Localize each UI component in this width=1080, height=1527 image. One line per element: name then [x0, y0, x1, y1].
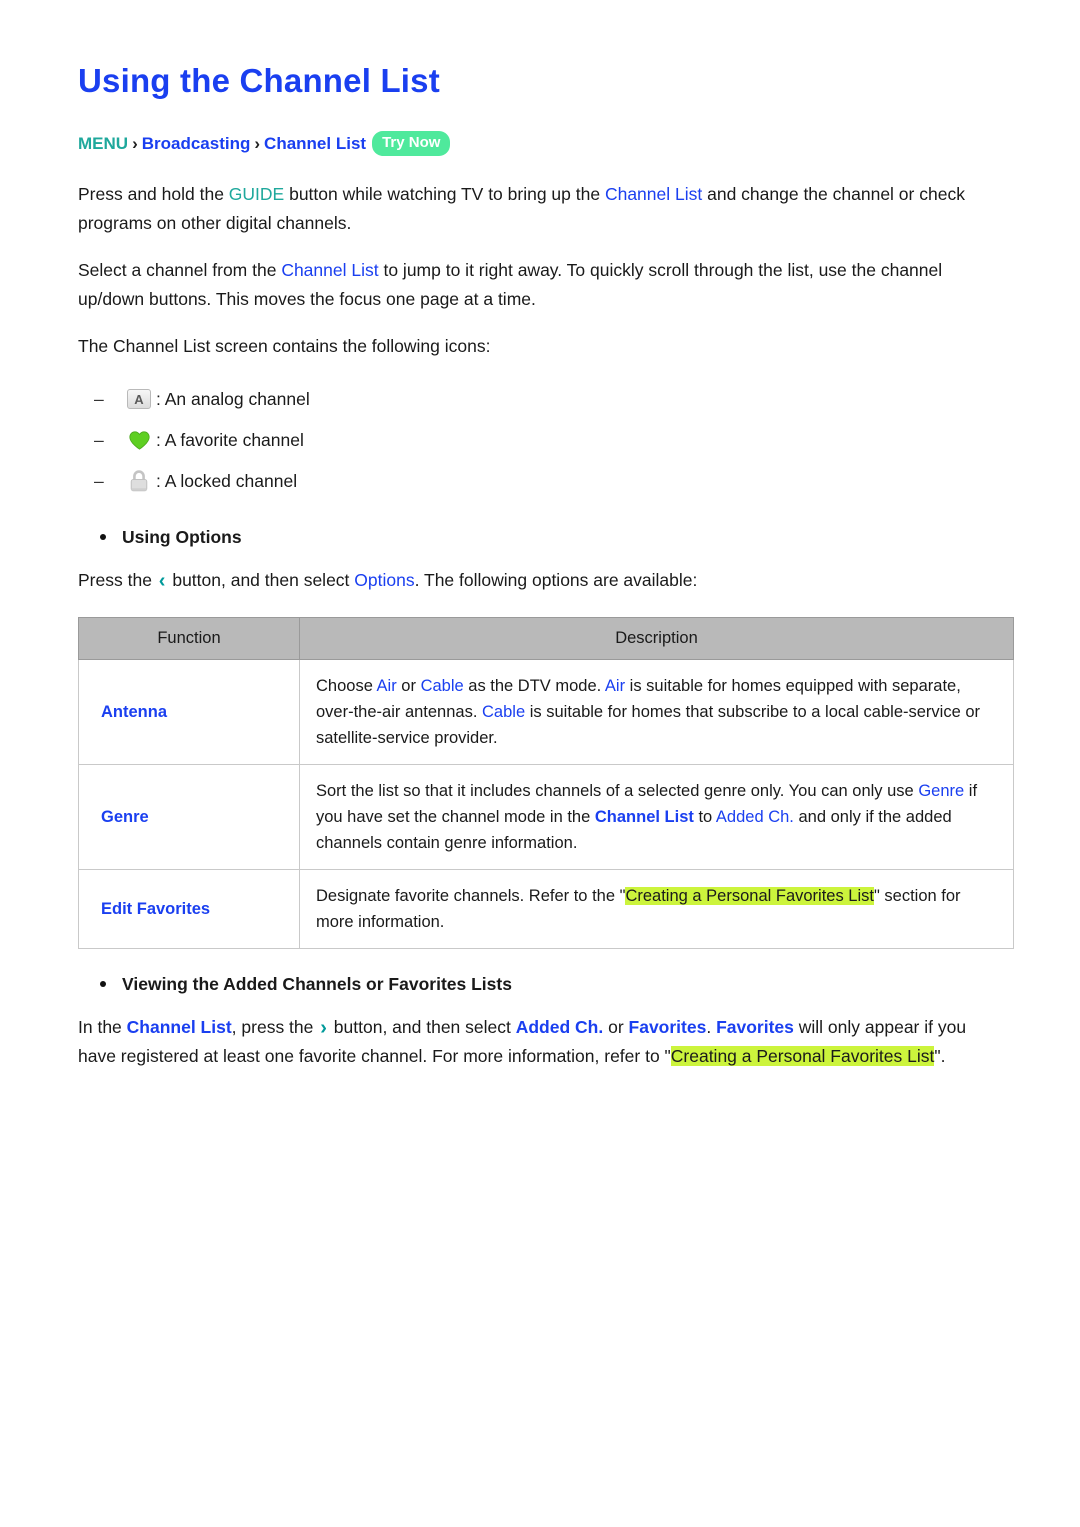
- keyword-air-2: Air: [604, 676, 626, 695]
- paragraph-options-intro: Press the ‹ button, and then select Opti…: [78, 566, 1008, 595]
- keyword-added-ch-2: Added Ch.: [515, 1016, 604, 1037]
- ant-t3: as the DTV mode.: [463, 676, 605, 695]
- page-title: Using the Channel List: [78, 62, 440, 99]
- list-item-analog-channel: – A : An analog channel: [94, 379, 1008, 420]
- legend-label-analog: : An analog channel: [156, 388, 310, 409]
- highlight-creating-favorites-list-1: Creating a Personal Favorites List: [625, 886, 874, 905]
- breadcrumb: MENU › Broadcasting › Channel List Try Now: [78, 130, 1008, 158]
- breadcrumb-item-broadcasting[interactable]: Broadcasting: [142, 134, 251, 153]
- table-header-row: Function Description: [78, 616, 1014, 660]
- keyword-favorites-1: Favorites: [628, 1016, 707, 1037]
- table-row: Edit Favorites Designate favorite channe…: [78, 868, 1014, 949]
- column-header-description: Description: [299, 616, 1014, 660]
- breadcrumb-menu[interactable]: MENU: [78, 134, 128, 153]
- list-item-locked-channel: – : A locked channel: [94, 461, 1008, 502]
- table-row: Genre Sort the list so that it includes …: [78, 763, 1014, 870]
- p1-text-b: button while watching TV to bring up the: [284, 183, 605, 204]
- keyword-cable-2: Cable: [482, 702, 526, 721]
- opt-text-a: Press the: [78, 569, 157, 590]
- breadcrumb-separator-1: ›: [132, 133, 138, 153]
- list-item-favorite-channel: – : A favorite channel: [94, 420, 1008, 461]
- document-page: Using the Channel List MENU › Broadcasting…: [0, 0, 1080, 1527]
- ef-t1: Designate favorite channels. Refer to th…: [316, 886, 626, 905]
- gen-t3: to: [693, 807, 716, 826]
- vl-text-g: ".: [934, 1045, 946, 1066]
- p2-text-a: Select a channel from the: [78, 259, 282, 280]
- keyword-cable-1: Cable: [420, 676, 464, 695]
- keyword-added-ch-1: Added Ch.: [715, 807, 794, 826]
- ant-t1: Choose: [316, 676, 377, 695]
- options-table: Function Description Antenna Choose Air …: [78, 616, 1014, 949]
- vl-text-d: or: [603, 1016, 629, 1037]
- table-row: Antenna Choose Air or Cable as the DTV m…: [78, 658, 1014, 765]
- try-now-badge[interactable]: Try Now: [372, 130, 451, 156]
- opt-text-b: button, and then select: [167, 569, 355, 590]
- locked-padlock-icon: [126, 468, 152, 494]
- section-heading-viewing-lists: Viewing the Added Channels or Favorites …: [96, 971, 1008, 997]
- keyword-options: Options: [354, 569, 415, 590]
- vl-text-e: .: [706, 1016, 717, 1037]
- table-cell-function-antenna: Antenna: [78, 658, 300, 765]
- vl-text-b: , press the: [231, 1016, 319, 1037]
- highlight-creating-favorites-list-2: Creating a Personal Favorites List: [670, 1045, 935, 1066]
- keyword-channel-list-3: Channel List: [594, 807, 694, 826]
- gen-t1: Sort the list so that it includes channe…: [316, 781, 919, 800]
- table-cell-description-antenna: Choose Air or Cable as the DTV mode. Air…: [299, 658, 1014, 765]
- keyword-favorites-2: Favorites: [716, 1016, 794, 1037]
- dash-marker-3: –: [94, 470, 104, 491]
- table-cell-description-genre: Sort the list so that it includes channe…: [299, 763, 1014, 870]
- analog-channel-icon: A: [126, 386, 152, 412]
- ant-t2: or: [396, 676, 421, 695]
- paragraph-viewing-lists: In the Channel List, press the › button,…: [78, 1013, 1008, 1071]
- table-cell-function-edit-favorites: Edit Favorites: [78, 868, 300, 949]
- dash-marker-1: –: [94, 388, 104, 409]
- keyword-air-1: Air: [376, 676, 397, 695]
- p1-text-a: Press and hold the: [78, 183, 229, 204]
- analog-icon-letter: A: [127, 389, 151, 410]
- opt-text-c: . The following options are available:: [414, 569, 698, 590]
- keyword-channel-list-4: Channel List: [126, 1016, 232, 1037]
- paragraph-guide-button: Press and hold the GUIDE button while wa…: [78, 180, 1008, 238]
- dash-marker-2: –: [94, 429, 104, 450]
- keyword-channel-list-1: Channel List: [604, 183, 703, 204]
- breadcrumb-separator-2: ›: [254, 133, 261, 153]
- legend-label-locked: : A locked channel: [156, 470, 298, 491]
- paragraph-icons-intro: The Channel List screen contains the fol…: [78, 335, 491, 356]
- paragraph-select-channel: Select a channel from the Channel List t…: [78, 256, 1008, 314]
- chevron-right-icon: ›: [320, 1016, 327, 1039]
- section-heading-using-options: Using Options: [96, 524, 1008, 550]
- icon-legend-list: – A : An analog channel – : A favorite c…: [78, 379, 1008, 502]
- vl-text-a: In the: [78, 1016, 127, 1037]
- legend-label-favorite: : A favorite channel: [156, 429, 304, 450]
- table-cell-description-edit-favorites: Designate favorite channels. Refer to th…: [299, 868, 1014, 949]
- keyword-channel-list-2: Channel List: [281, 259, 379, 280]
- breadcrumb-item-channel-list[interactable]: Channel List: [264, 134, 366, 153]
- favorite-heart-icon: [126, 427, 152, 453]
- chevron-left-icon: ‹: [158, 569, 166, 592]
- keyword-genre: Genre: [918, 781, 965, 800]
- table-cell-function-genre: Genre: [78, 763, 300, 870]
- vl-text-c: button, and then select: [328, 1016, 516, 1037]
- column-header-function: Function: [78, 616, 300, 660]
- keyword-guide: GUIDE: [228, 183, 285, 204]
